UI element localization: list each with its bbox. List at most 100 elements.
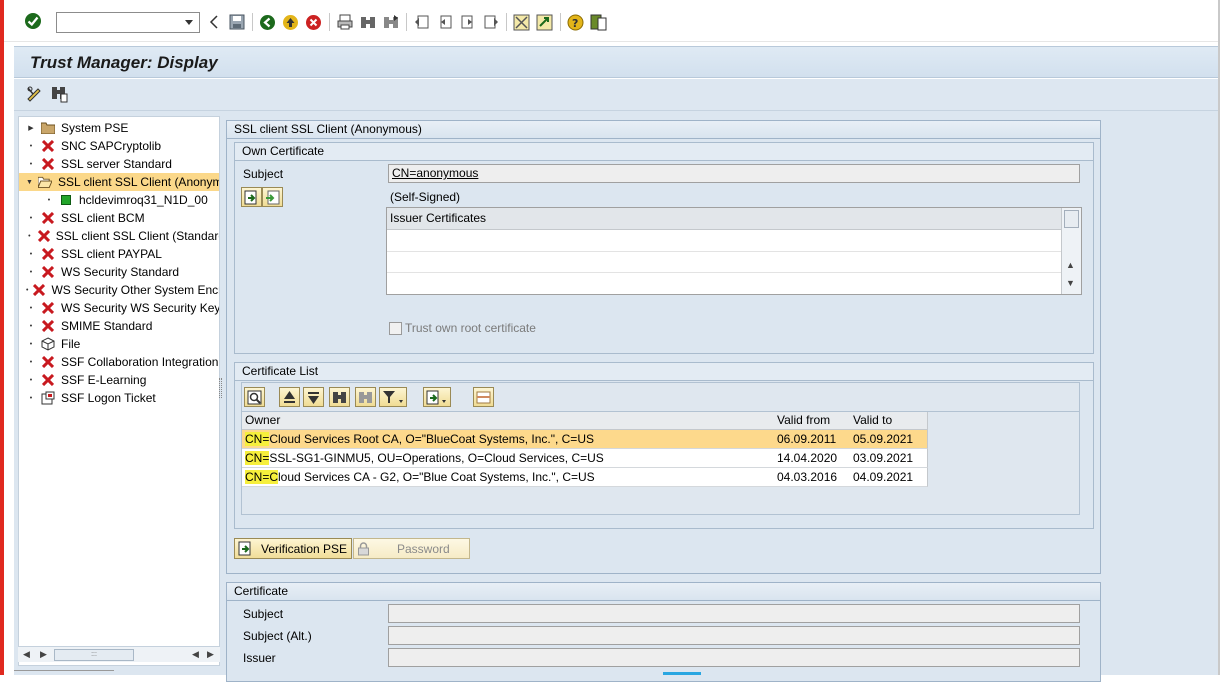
last-page-icon[interactable]	[481, 13, 500, 32]
cell-owner: CN=Cloud Services CA - G2, O="Blue Coat …	[242, 468, 775, 487]
import-cert-button[interactable]	[241, 187, 262, 207]
enter-icon[interactable]	[24, 12, 42, 30]
next-page-icon[interactable]	[458, 13, 477, 32]
scroll-left-icon[interactable]: ◀	[23, 649, 30, 660]
collapse-arrow-icon[interactable]: ▼	[26, 177, 33, 187]
save-icon[interactable]	[227, 13, 246, 32]
prev-page-icon[interactable]	[435, 13, 454, 32]
cert-subject-alt-field[interactable]	[388, 626, 1080, 645]
tree-item-ws-security-other[interactable]: • WS Security Other System Encryption	[19, 281, 219, 299]
import-icon	[238, 541, 253, 556]
scroll-right-icon[interactable]: ▶	[207, 649, 214, 660]
layout-button[interactable]	[473, 387, 494, 407]
verification-pse-button[interactable]: Verification PSE	[234, 538, 352, 559]
tree-item-label: SSL client PAYPAL	[61, 247, 162, 261]
bullet-icon: •	[29, 214, 33, 222]
tree-item-ws-security-standard[interactable]: • WS Security Standard	[19, 263, 219, 281]
scroll-right-icon[interactable]: ▶	[40, 649, 47, 660]
own-subject-field[interactable]: CN=anonymous	[388, 164, 1080, 183]
column-header-valid-from[interactable]: Valid from	[774, 412, 851, 430]
back-arrow-icon[interactable]	[204, 13, 223, 32]
tree-item-ssf-logon-ticket[interactable]: • SSF Logon Ticket	[19, 389, 219, 407]
error-x-icon	[41, 319, 55, 333]
back-icon[interactable]	[258, 13, 277, 32]
tree-item-ssf-e-learning[interactable]: • SSF E-Learning	[19, 371, 219, 389]
tree-item-label: SSF Collaboration Integration	[61, 355, 219, 369]
tree-item-hcldevimroq31[interactable]: • hcldevimroq31_N1D_00	[19, 191, 219, 209]
command-field[interactable]	[56, 12, 200, 33]
splitter-handle[interactable]	[219, 378, 222, 398]
tree-item-ssl-client-bcm[interactable]: • SSL client BCM	[19, 209, 219, 227]
export-cert-button[interactable]	[262, 187, 283, 207]
create-session-icon[interactable]	[512, 13, 531, 32]
find-icon[interactable]	[358, 13, 377, 32]
display-change-icon[interactable]	[26, 85, 44, 103]
tree-item-file[interactable]: • File	[19, 335, 219, 353]
tree-item-ssl-client-paypal[interactable]: • SSL client PAYPAL	[19, 245, 219, 263]
verification-pse-label: Verification PSE	[261, 541, 348, 556]
bullet-icon: •	[29, 250, 33, 258]
find-next-button[interactable]	[355, 387, 376, 407]
tree-item-ssf-collaboration[interactable]: • SSF Collaboration Integration	[19, 353, 219, 371]
layout-icon[interactable]	[589, 13, 608, 32]
where-used-icon[interactable]	[50, 85, 68, 103]
print-icon[interactable]	[335, 13, 354, 32]
svg-text:?: ?	[572, 17, 578, 30]
help-icon[interactable]: ?	[566, 13, 585, 32]
column-header-owner[interactable]: Owner	[242, 412, 775, 430]
lock-icon	[357, 541, 370, 556]
cell-valid-from: 04.03.2016	[774, 468, 851, 487]
folder-icon	[41, 121, 55, 135]
export-button[interactable]	[423, 387, 451, 407]
tree-item-ssl-server-standard[interactable]: • SSL server Standard	[19, 155, 219, 173]
table-row[interactable]	[387, 230, 1061, 252]
bullet-icon: •	[26, 286, 29, 294]
tree-item-ssl-client-anonymous[interactable]: ▼ SSL client SSL Client (Anonymous)	[19, 173, 219, 191]
tree-item-system-pse[interactable]: ▶ System PSE	[19, 119, 219, 137]
tree-item-snc-sapcryptolib[interactable]: • SNC SAPCryptolib	[19, 137, 219, 155]
bullet-icon: •	[29, 304, 33, 312]
sort-descending-button[interactable]	[303, 387, 324, 407]
table-row[interactable]	[387, 251, 1061, 273]
cell-valid-to: 05.09.2021	[850, 430, 928, 449]
tree-horizontal-scrollbar[interactable]: ◀ ▶ ::: ◀ ▶	[18, 646, 220, 662]
exit-icon[interactable]	[281, 13, 300, 32]
scroll-left-icon[interactable]: ◀	[192, 649, 199, 660]
password-button[interactable]: Password	[353, 538, 470, 559]
details-button[interactable]	[244, 387, 265, 407]
tree-item-smime-standard[interactable]: • SMIME Standard	[19, 317, 219, 335]
find-button[interactable]	[329, 387, 350, 407]
error-x-icon	[37, 229, 50, 243]
cert-issuer-field[interactable]	[388, 648, 1080, 667]
scroll-down-icon[interactable]: ▼	[1066, 278, 1075, 288]
scroll-thumb[interactable]: :::	[54, 649, 134, 661]
cube-icon	[41, 337, 55, 351]
expand-arrow-icon[interactable]: ▶	[26, 123, 36, 133]
trust-root-checkbox[interactable]	[389, 322, 402, 335]
table-row[interactable]	[387, 272, 1061, 294]
tree-item-ssl-client-standard[interactable]: • SSL client SSL Client (Standard)	[19, 227, 219, 245]
owner-prefix: CN=	[245, 432, 270, 446]
cell-valid-to: 04.09.2021	[850, 468, 928, 487]
command-dropdown-icon[interactable]	[184, 16, 194, 29]
shortcut-icon[interactable]	[535, 13, 554, 32]
scroll-up-icon[interactable]: ▲	[1066, 260, 1075, 270]
tree-item-label: SNC SAPCryptolib	[61, 139, 162, 153]
cert-subject-field[interactable]	[388, 604, 1080, 623]
first-page-icon[interactable]	[412, 13, 431, 32]
error-x-icon	[41, 265, 55, 279]
cancel-icon[interactable]	[304, 13, 323, 32]
filter-button[interactable]	[379, 387, 407, 407]
sort-ascending-button[interactable]	[279, 387, 300, 407]
tree-item-ws-security-keys[interactable]: • WS Security WS Security Keys	[19, 299, 219, 317]
bullet-icon: •	[29, 376, 33, 384]
cert-subject-label: Subject	[243, 607, 284, 621]
scroll-thumb[interactable]	[1064, 210, 1079, 228]
cell-valid-from: 14.04.2020	[774, 449, 851, 468]
error-x-icon	[41, 373, 55, 387]
issuer-vertical-scrollbar[interactable]: ▲ ▼	[1061, 208, 1081, 294]
find-next-icon[interactable]	[381, 13, 400, 32]
column-header-valid-to[interactable]: Valid to	[850, 412, 928, 430]
page-title: Trust Manager: Display	[30, 53, 218, 72]
certificate-panel-header: Certificate	[227, 583, 1100, 601]
